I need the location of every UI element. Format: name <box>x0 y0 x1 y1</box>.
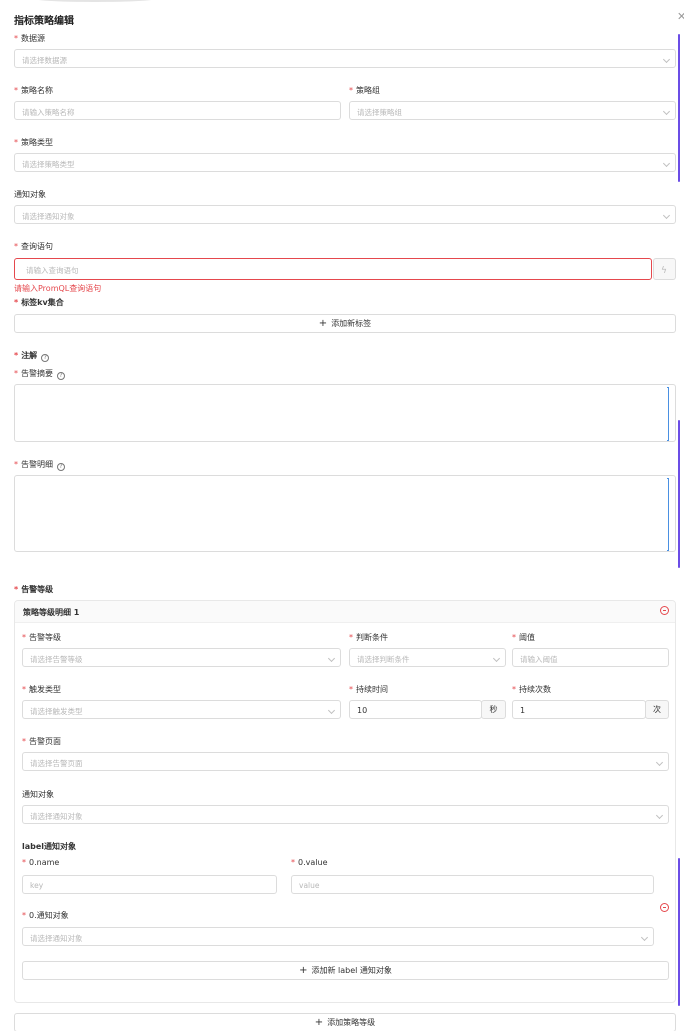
add-label-button[interactable]: + 添加新标签 <box>14 314 676 333</box>
value-input[interactable]: value <box>291 875 654 894</box>
notify-target-label: 通知对象 <box>14 190 46 199</box>
chevron-down-icon <box>662 159 671 168</box>
detail-label: * 告警明细? <box>14 459 65 471</box>
count-unit: 次 <box>645 700 669 719</box>
query-input[interactable]: 请输入查询语句 <box>14 258 652 280</box>
remove-label-icon[interactable] <box>660 903 669 912</box>
rule-name-label: * 策略名称 <box>14 86 53 95</box>
label-target-placeholder: 请选择通知对象 <box>30 934 83 943</box>
threshold-input[interactable]: 请输入阈值 <box>512 648 669 667</box>
notify-target-placeholder: 请选择通知对象 <box>22 212 75 221</box>
level-notify-label: 通知对象 <box>22 790 54 799</box>
query-label: * 查询语句 <box>14 242 53 251</box>
chevron-down-icon <box>655 811 664 820</box>
rule-type-placeholder: 请选择策略类型 <box>22 160 75 169</box>
alert-levels-label: * 告警等级 <box>14 585 54 594</box>
detail-textarea[interactable] <box>14 475 676 552</box>
close-icon[interactable]: ✕ <box>677 10 684 23</box>
resize-handle <box>667 387 669 441</box>
alert-page-select[interactable]: 请选择告警页面 <box>22 752 669 771</box>
add-level-button[interactable]: + 添加策略等级 <box>14 1013 676 1031</box>
rule-name-input[interactable]: 请输入策略名称 <box>14 101 341 120</box>
duration-unit: 秒 <box>481 700 506 719</box>
chevron-down-icon <box>655 758 664 767</box>
add-label-text: 添加新标签 <box>331 319 372 328</box>
chevron-down-icon <box>640 933 649 942</box>
trigger-type-placeholder: 请选择触发类型 <box>30 707 83 716</box>
level-notify-select[interactable]: 请选择通知对象 <box>22 805 669 824</box>
count-value: 1 <box>520 706 526 715</box>
name-placeholder: key <box>30 881 44 890</box>
condition-placeholder: 请选择判断条件 <box>357 655 410 664</box>
count-label: * 持续次数 <box>512 685 551 694</box>
summary-textarea[interactable] <box>14 384 676 442</box>
threshold-label: * 阈值 <box>512 633 535 642</box>
remove-level-icon[interactable] <box>660 606 669 615</box>
card-header <box>15 601 675 623</box>
rule-type-select[interactable]: 请选择策略类型 <box>14 153 676 172</box>
window-shadow <box>30 0 160 2</box>
help-icon[interactable]: ? <box>57 463 65 471</box>
scrollbar-mid[interactable] <box>678 420 680 568</box>
chevron-down-icon <box>662 211 671 220</box>
labels-kv-label: * 标签kv集合 <box>14 298 64 307</box>
label-target-select[interactable]: 请选择通知对象 <box>22 927 654 946</box>
name-label: * 0.name <box>22 858 60 867</box>
plus-icon: + <box>314 1017 324 1028</box>
add-level-text: 添加策略等级 <box>327 1018 376 1027</box>
value-label: * 0.value <box>291 858 328 867</box>
name-input[interactable]: key <box>22 875 277 894</box>
chevron-down-icon <box>327 706 336 715</box>
trigger-type-select[interactable]: 请选择触发类型 <box>22 700 341 719</box>
duration-label: * 持续时间 <box>349 685 388 694</box>
value-placeholder: value <box>299 881 320 890</box>
condition-select[interactable]: 请选择判断条件 <box>349 648 506 667</box>
plus-icon: + <box>318 318 328 329</box>
duration-input[interactable]: 10 <box>349 700 482 719</box>
rule-type-label: * 策略类型 <box>14 138 53 147</box>
rule-name-placeholder: 请输入策略名称 <box>22 108 75 117</box>
add-label-notify-text: 添加新 label 通知对象 <box>311 966 392 975</box>
notify-target-select[interactable]: 请选择通知对象 <box>14 205 676 224</box>
threshold-placeholder: 请输入阈值 <box>520 655 558 664</box>
level-placeholder: 请选择告警等级 <box>30 655 83 664</box>
rule-group-label: * 策略组 <box>349 86 380 95</box>
condition-label: * 判断条件 <box>349 633 388 642</box>
level-label: * 告警等级 <box>22 633 61 642</box>
alert-page-placeholder: 请选择告警页面 <box>30 759 83 768</box>
dialog-title: 指标策略编辑 <box>14 16 74 27</box>
plus-icon: + <box>299 965 308 976</box>
help-icon[interactable]: ? <box>57 372 65 380</box>
chevron-down-icon <box>327 654 336 663</box>
query-error: 请输入PromQL查询语句 <box>14 284 102 293</box>
resize-handle <box>667 478 669 551</box>
label-notify-title: label通知对象 <box>22 842 77 851</box>
help-icon[interactable]: ? <box>41 354 50 362</box>
chevron-down-icon <box>662 55 671 64</box>
datasource-placeholder: 请选择数据源 <box>22 56 67 65</box>
label-target-label: * 0.通知对象 <box>22 911 69 920</box>
card-title: 策略等级明细 1 <box>23 608 80 617</box>
rule-group-select[interactable]: 请选择策略组 <box>349 101 676 120</box>
datasource-label: * 数据源 <box>14 34 45 43</box>
add-label-notify-button[interactable]: + 添加新 label 通知对象 <box>22 961 669 980</box>
level-select[interactable]: 请选择告警等级 <box>22 648 341 667</box>
trigger-type-label: * 触发类型 <box>22 685 61 694</box>
lightning-icon: ϟ <box>661 266 667 276</box>
chevron-down-icon <box>662 107 671 116</box>
query-placeholder: 请输入查询语句 <box>26 266 79 275</box>
scrollbar-top[interactable] <box>678 34 680 182</box>
query-run-button[interactable]: ϟ <box>653 258 676 280</box>
datasource-select[interactable]: 请选择数据源 <box>14 49 676 68</box>
annotations-label: * 注解? <box>14 350 50 362</box>
summary-label: * 告警摘要? <box>14 368 65 380</box>
count-input[interactable]: 1 <box>512 700 646 719</box>
chevron-down-icon <box>492 654 501 663</box>
scrollbar-bottom[interactable] <box>678 858 680 1006</box>
level-notify-placeholder: 请选择通知对象 <box>30 812 83 821</box>
duration-value: 10 <box>357 706 368 715</box>
rule-group-placeholder: 请选择策略组 <box>357 108 402 117</box>
alert-page-label: * 告警页面 <box>22 737 61 746</box>
